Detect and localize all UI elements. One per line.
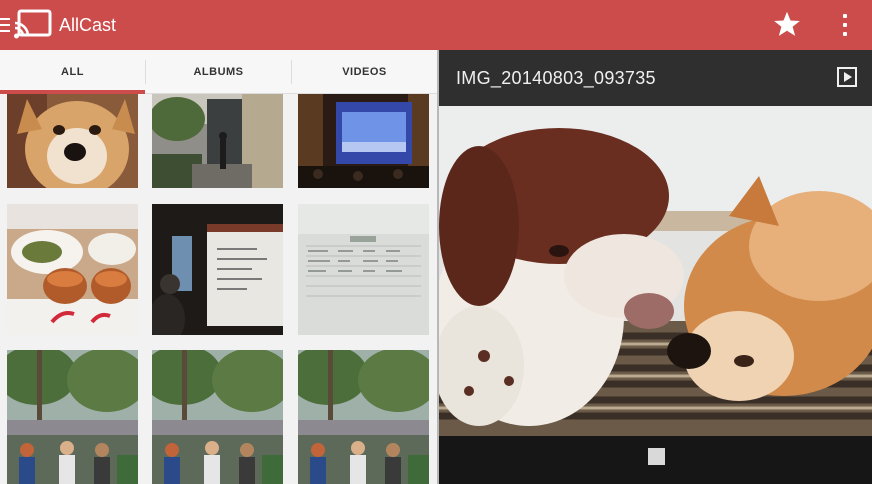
thumbnail-street-crowd[interactable] [152, 350, 283, 484]
thumbnail-food-plate[interactable] [7, 204, 138, 335]
cast-icon[interactable] [14, 9, 52, 39]
thumbnail-theater-stage[interactable] [298, 94, 429, 188]
gallery-pane: ALL ALBUMS VIDEOS [0, 50, 437, 484]
thumbnail-street-crowd[interactable] [298, 350, 429, 484]
tab-all[interactable]: ALL [0, 50, 145, 94]
tab-bar: ALL ALBUMS VIDEOS [0, 50, 437, 94]
photo-title: IMG_20140803_093735 [456, 68, 656, 88]
menu-icon[interactable] [0, 18, 10, 32]
viewer-header: IMG_20140803_093735 [439, 50, 872, 106]
app-bar: AllCast [0, 0, 872, 50]
thumbnail-dog-portrait[interactable] [7, 94, 138, 188]
photo-viewer: IMG_20140803_093735 [439, 50, 872, 484]
thumbnail-street-crowd[interactable] [7, 350, 138, 484]
thumbnail-spreadsheet-screen[interactable] [298, 204, 429, 335]
play-icon[interactable] [837, 67, 857, 87]
tab-videos[interactable]: VIDEOS [292, 50, 437, 94]
star-icon[interactable] [773, 10, 801, 38]
tab-albums[interactable]: ALBUMS [146, 50, 291, 94]
stop-icon[interactable] [648, 448, 665, 465]
overflow-menu-icon[interactable] [841, 14, 849, 36]
thumbnail-whiteboard-presentation[interactable] [152, 204, 283, 335]
photo-preview[interactable] [439, 106, 872, 436]
app-title: AllCast [59, 15, 117, 35]
thumbnail-city-street[interactable] [152, 94, 283, 188]
